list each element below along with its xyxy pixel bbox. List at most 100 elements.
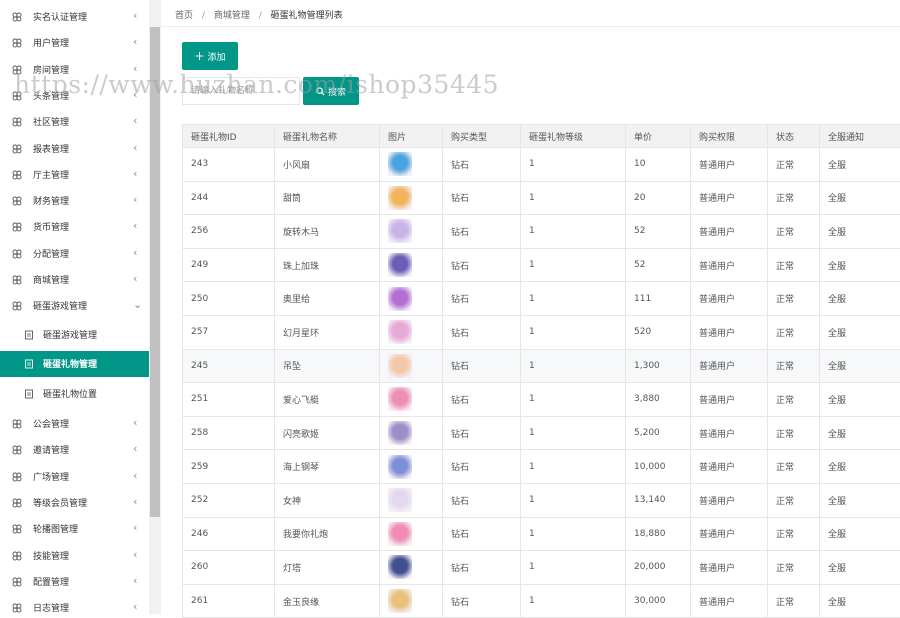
gift-thumbnail <box>388 320 412 344</box>
menu-flower-icon <box>12 275 22 285</box>
menu-flower-icon <box>12 222 22 232</box>
sidebar-item[interactable]: 用户管理‹ <box>0 30 149 56</box>
sidebar-item[interactable]: 广场管理‹ <box>0 464 149 490</box>
gift-image-cell <box>380 181 443 215</box>
sidebar-item[interactable]: 日志管理‹ <box>0 595 149 614</box>
sidebar-subitem[interactable]: 砸蛋礼物位置 <box>0 381 149 407</box>
table-row[interactable]: 246我要你礼炮钻石118,880普通用户正常全服 <box>183 517 900 551</box>
cell-id: 245 <box>183 349 275 383</box>
cell-status: 正常 <box>768 215 820 249</box>
plus-icon: + <box>194 51 204 61</box>
table-row[interactable]: 258闪亮歌姬钻石15,200普通用户正常全服 <box>183 416 900 450</box>
table-row[interactable]: 260灯塔钻石120,000普通用户正常全服 <box>183 551 900 585</box>
cell-notify: 全服 <box>820 483 900 517</box>
cell-level: 1 <box>521 349 626 383</box>
table-row[interactable]: 245吊坠钻石11,300普通用户正常全服 <box>183 349 900 383</box>
cell-perm: 普通用户 <box>691 450 768 484</box>
sidebar-item[interactable]: 邀请管理‹ <box>0 437 149 463</box>
cell-perm: 普通用户 <box>691 551 768 585</box>
cell-id: 252 <box>183 483 275 517</box>
sidebar-item-label: 分配管理 <box>33 247 69 260</box>
table-row[interactable]: 252女神钻石113,140普通用户正常全服 <box>183 483 900 517</box>
sidebar-item[interactable]: 实名认证管理‹ <box>0 4 149 30</box>
menu-flower-icon <box>12 472 22 482</box>
sidebar-item-label: 报表管理 <box>33 142 69 155</box>
sidebar-item[interactable]: 分配管理‹ <box>0 241 149 267</box>
sidebar-item-label: 用户管理 <box>33 36 69 49</box>
sidebar-item[interactable]: 商城管理‹ <box>0 267 149 293</box>
gift-image-cell <box>380 349 443 383</box>
cell-status: 正常 <box>768 181 820 215</box>
breadcrumb-separator: / <box>259 11 262 21</box>
table-row[interactable]: 243小风扇钻石110普通用户正常全服 <box>183 148 900 182</box>
cell-id: 259 <box>183 450 275 484</box>
menu-flower-icon <box>12 65 22 75</box>
gift-image-cell <box>380 248 443 282</box>
column-header: 购买类型 <box>443 125 521 148</box>
cell-level: 1 <box>521 551 626 585</box>
cell-perm: 普通用户 <box>691 148 768 182</box>
column-header: 图片 <box>380 125 443 148</box>
cell-name: 爱心飞艇 <box>275 383 380 417</box>
cell-perm: 普通用户 <box>691 517 768 551</box>
sidebar-item[interactable]: 砸蛋游戏管理⌄ <box>0 293 149 319</box>
column-header: 单价 <box>626 125 691 148</box>
table-row[interactable]: 250奥里给钻石1111普通用户正常全服 <box>183 282 900 316</box>
add-button[interactable]: + 添加 <box>182 42 238 70</box>
table-row[interactable]: 259海上钢琴钻石110,000普通用户正常全服 <box>183 450 900 484</box>
cell-price: 52 <box>626 215 691 249</box>
document-icon <box>24 389 34 399</box>
table-row[interactable]: 257幻月星环钻石1520普通用户正常全服 <box>183 315 900 349</box>
table-row[interactable]: 249珠上加珠钻石152普通用户正常全服 <box>183 248 900 282</box>
sidebar-item[interactable]: 头条管理‹ <box>0 83 149 109</box>
sidebar-item[interactable]: 等级会员管理‹ <box>0 490 149 516</box>
sidebar-item-label: 邀请管理 <box>33 443 69 456</box>
cell-price: 13,140 <box>626 483 691 517</box>
cell-name: 吊坠 <box>275 349 380 383</box>
cell-price: 20 <box>626 181 691 215</box>
sidebar-item[interactable]: 报表管理‹ <box>0 136 149 162</box>
chevron-icon: ‹ <box>133 273 137 285</box>
breadcrumb-home[interactable]: 首页 <box>175 11 193 21</box>
sidebar-item[interactable]: 技能管理‹ <box>0 543 149 569</box>
cell-id: 260 <box>183 551 275 585</box>
cell-status: 正常 <box>768 383 820 417</box>
search-input[interactable] <box>182 77 300 105</box>
sidebar-item[interactable]: 配置管理‹ <box>0 569 149 595</box>
breadcrumb-level1[interactable]: 商城管理 <box>214 11 250 21</box>
chevron-icon: ‹ <box>133 194 137 206</box>
sidebar-item-label: 砸蛋游戏管理 <box>43 328 97 341</box>
menu-flower-icon <box>12 524 22 534</box>
cell-name: 珠上加珠 <box>275 248 380 282</box>
sidebar-item[interactable]: 货币管理‹ <box>0 214 149 240</box>
sidebar-item[interactable]: 房间管理‹ <box>0 57 149 83</box>
cell-notify: 全服 <box>820 248 900 282</box>
sidebar-item[interactable]: 财务管理‹ <box>0 188 149 214</box>
sidebar-scroll-thumb[interactable] <box>150 27 160 517</box>
menu-flower-icon <box>12 196 22 206</box>
sidebar-item-label: 实名认证管理 <box>33 10 87 23</box>
cell-notify: 全服 <box>820 315 900 349</box>
cell-name: 小风扇 <box>275 148 380 182</box>
table-row[interactable]: 256旋转木马钻石152普通用户正常全服 <box>183 215 900 249</box>
sidebar-item[interactable]: 社区管理‹ <box>0 109 149 135</box>
cell-level: 1 <box>521 584 626 618</box>
cell-id: 258 <box>183 416 275 450</box>
table-row[interactable]: 244甜筒钻石120普通用户正常全服 <box>183 181 900 215</box>
gift-thumbnail <box>388 387 412 411</box>
cell-price: 18,880 <box>626 517 691 551</box>
search-button[interactable]: 搜索 <box>303 77 359 105</box>
sidebar-item[interactable]: 轮播图管理‹ <box>0 516 149 542</box>
sidebar-item[interactable]: 公会管理‹ <box>0 411 149 437</box>
sidebar-subitem[interactable]: 砸蛋游戏管理 <box>0 322 149 348</box>
cell-perm: 普通用户 <box>691 315 768 349</box>
cell-level: 1 <box>521 215 626 249</box>
sidebar-subitem[interactable]: 砸蛋礼物管理 <box>0 351 149 377</box>
table-row[interactable]: 261金玉良缘钻石130,000普通用户正常全服 <box>183 584 900 618</box>
sidebar-item[interactable]: 厅主管理‹ <box>0 162 149 188</box>
column-header: 砸蛋礼物等级 <box>521 125 626 148</box>
table-row[interactable]: 251爱心飞艇钻石13,880普通用户正常全服 <box>183 383 900 417</box>
cell-status: 正常 <box>768 483 820 517</box>
cell-type: 钻石 <box>443 181 521 215</box>
menu-flower-icon <box>12 12 22 22</box>
